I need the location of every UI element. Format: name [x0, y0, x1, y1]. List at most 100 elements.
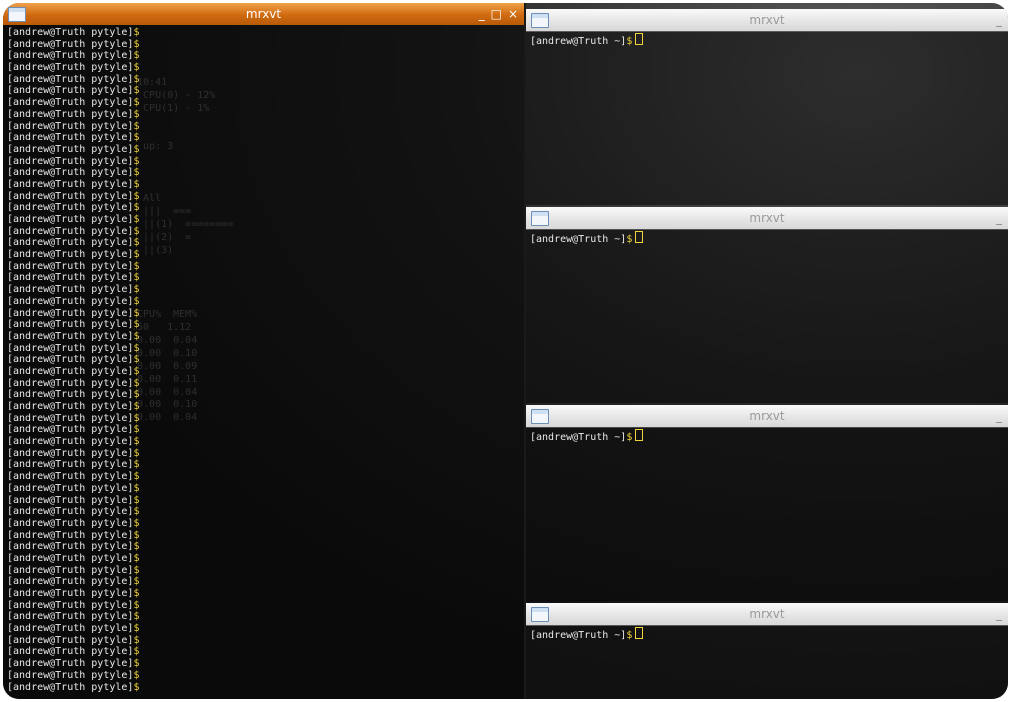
prompt-text: [andrew@Truth ~]: [530, 630, 627, 641]
terminal-line: [andrew@Truth pytyle]$: [7, 27, 520, 39]
prompt-text: [andrew@Truth pytyle]: [7, 249, 134, 261]
terminal-line: [andrew@Truth pytyle]$: [7, 272, 520, 284]
terminal-line: [andrew@Truth pytyle]$: [7, 424, 520, 436]
terminal-output[interactable]: [andrew@Truth pytyle]$ [andrew@Truth pyty…: [3, 25, 524, 699]
prompt-text: [andrew@Truth pytyle]: [7, 284, 134, 296]
terminal-line: [andrew@Truth pytyle]$: [7, 97, 520, 109]
terminal-line: [andrew@Truth pytyle]$: [7, 296, 520, 308]
right-terminal-window-1[interactable]: mrxvt _ [andrew@Truth ~]$: [526, 9, 1008, 205]
prompt-text: [andrew@Truth pytyle]: [7, 354, 134, 366]
right-terminal-window-4[interactable]: mrxvt _ [andrew@Truth ~]$: [526, 603, 1008, 699]
prompt-text: [andrew@Truth pytyle]: [7, 237, 134, 249]
terminal-line: [andrew@Truth pytyle]$: [7, 226, 520, 238]
terminal-line: [andrew@Truth pytyle]$: [7, 39, 520, 51]
window-title: mrxvt: [749, 607, 785, 621]
prompt-text: [andrew@Truth ~]: [530, 234, 627, 245]
prompt-text: [andrew@Truth pytyle]: [7, 669, 134, 681]
window-title: mrxvt: [749, 13, 785, 27]
prompt-dollar: $: [133, 494, 140, 506]
prompt-text: [andrew@Truth pytyle]: [7, 178, 134, 190]
minimize-button[interactable]: _: [996, 13, 1002, 27]
terminal-line: [andrew@Truth pytyle]$: [7, 156, 520, 168]
text-cursor: [635, 429, 644, 441]
main-terminal-window[interactable]: mrxvt _ □ × [andrew@Truth pytyle]$ [andre…: [3, 3, 524, 699]
prompt-text: [andrew@Truth pytyle]: [7, 552, 134, 564]
prompt-text: [andrew@Truth pytyle]: [7, 599, 134, 611]
terminal-line: [andrew@Truth pytyle]$: [7, 284, 520, 296]
terminal-line: [andrew@Truth pytyle]$: [7, 506, 520, 518]
terminal-output[interactable]: [andrew@Truth ~]$: [526, 31, 1008, 205]
right-titlebar-3[interactable]: mrxvt _: [526, 405, 1008, 428]
prompt-text: [andrew@Truth pytyle]: [7, 529, 134, 541]
prompt-text: [andrew@Truth pytyle]: [7, 471, 134, 483]
right-titlebar-4[interactable]: mrxvt _: [526, 603, 1008, 626]
prompt-text: [andrew@Truth pytyle]: [7, 482, 134, 494]
prompt-text: [andrew@Truth pytyle]: [7, 132, 134, 144]
prompt-dollar: $: [133, 27, 140, 38]
prompt-text: [andrew@Truth pytyle]: [7, 155, 134, 167]
terminal-line: [andrew@Truth pytyle]$: [7, 62, 520, 74]
prompt-text: [andrew@Truth pytyle]: [7, 436, 134, 448]
window-title: mrxvt: [749, 409, 785, 423]
prompt-text: [andrew@Truth pytyle]: [7, 214, 134, 225]
prompt-dollar: $: [133, 517, 140, 529]
prompt-text: [andrew@Truth pytyle]: [7, 389, 134, 401]
terminal-line: [andrew@Truth pytyle]$: [7, 553, 520, 565]
terminal-line: [andrew@Truth pytyle]$: [7, 167, 520, 179]
right-titlebar-2[interactable]: mrxvt _: [526, 207, 1008, 230]
prompt-text: [andrew@Truth pytyle]: [7, 576, 134, 588]
prompt-text: [andrew@Truth pytyle]: [7, 494, 134, 506]
prompt-dollar: $: [133, 459, 140, 471]
terminal-line: [andrew@Truth pytyle]$: [7, 319, 520, 331]
terminal-line: [andrew@Truth pytyle]$: [7, 343, 520, 355]
terminal-line: [andrew@Truth pytyle]$: [7, 483, 520, 495]
prompt-dollar: $: [133, 471, 140, 483]
terminal-line: [andrew@Truth pytyle]$: [7, 471, 520, 483]
prompt-dollar: $: [133, 436, 140, 448]
prompt-dollar: $: [133, 669, 140, 681]
prompt-text: [andrew@Truth pytyle]: [7, 62, 134, 74]
prompt-text: [andrew@Truth pytyle]: [7, 634, 134, 646]
terminal-output[interactable]: [andrew@Truth ~]$: [526, 229, 1008, 403]
prompt-text: [andrew@Truth pytyle]: [7, 27, 134, 38]
prompt-text: [andrew@Truth pytyle]: [7, 588, 134, 599]
terminal-output[interactable]: [andrew@Truth ~]$: [526, 427, 1008, 601]
minimize-button[interactable]: _: [996, 409, 1002, 423]
background-conky-text: 10:41 CPU(0) - 12% CPU(1) - 1% up: 3 All…: [131, 76, 234, 424]
prompt-text: [andrew@Truth pytyle]: [7, 272, 134, 284]
terminal-output[interactable]: [andrew@Truth ~]$: [526, 625, 1008, 699]
prompt-dollar: $: [133, 552, 140, 564]
terminal-line: [andrew@Truth pytyle]$: [7, 191, 520, 203]
prompt-dollar: $: [133, 646, 140, 658]
terminal-line: [andrew@Truth pytyle]$: [7, 354, 520, 366]
terminal-line: [andrew@Truth pytyle]$: [7, 495, 520, 507]
prompt-text: [andrew@Truth pytyle]: [7, 85, 134, 97]
window-title: mrxvt: [245, 7, 282, 21]
terminal-line: [andrew@Truth pytyle]$: [7, 565, 520, 577]
prompt-dollar: $: [133, 424, 140, 436]
prompt-text: [andrew@Truth ~]: [530, 36, 627, 47]
prompt-dollar: $: [626, 432, 633, 443]
right-terminal-window-3[interactable]: mrxvt _ [andrew@Truth ~]$: [526, 405, 1008, 601]
minimize-button[interactable]: _: [996, 211, 1002, 225]
prompt-text: [andrew@Truth pytyle]: [7, 202, 134, 214]
terminal-line: [andrew@Truth pytyle]$: [7, 518, 520, 530]
terminal-line: [andrew@Truth pytyle]$: [7, 261, 520, 273]
minimize-button[interactable]: _: [479, 7, 485, 21]
terminal-line: [andrew@Truth pytyle]$: [7, 50, 520, 62]
prompt-dollar: $: [626, 234, 633, 245]
text-cursor: [635, 33, 644, 45]
prompt-text: [andrew@Truth pytyle]: [7, 541, 134, 553]
prompt-text: [andrew@Truth pytyle]: [7, 307, 134, 319]
text-cursor: [635, 627, 644, 639]
right-terminal-window-2[interactable]: mrxvt _ [andrew@Truth ~]$: [526, 207, 1008, 403]
main-titlebar[interactable]: mrxvt _ □ ×: [3, 3, 524, 25]
close-button[interactable]: ×: [508, 7, 518, 21]
right-titlebar-1[interactable]: mrxvt _: [526, 9, 1008, 32]
prompt-text: [andrew@Truth pytyle]: [7, 401, 134, 412]
maximize-button[interactable]: □: [491, 7, 502, 21]
terminal-line: [andrew@Truth pytyle]$: [7, 459, 520, 471]
prompt-text: [andrew@Truth pytyle]: [7, 459, 134, 471]
prompt-text: [andrew@Truth pytyle]: [7, 38, 134, 50]
minimize-button[interactable]: _: [996, 607, 1002, 621]
